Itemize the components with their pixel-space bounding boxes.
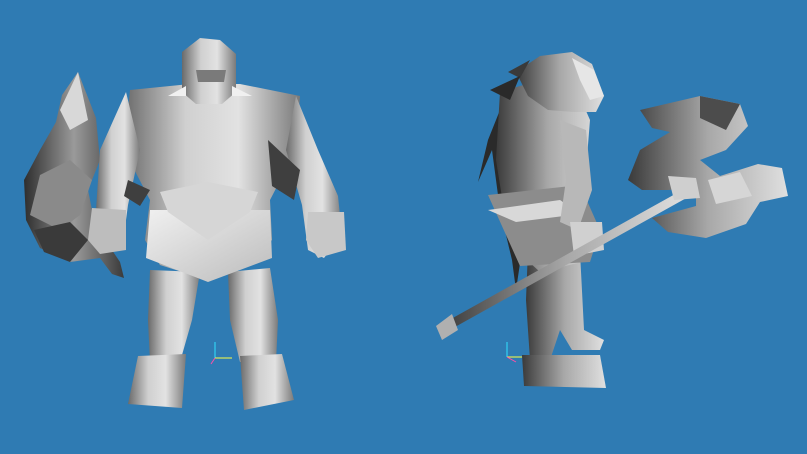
model-canvas <box>24 38 788 410</box>
3d-model-viewport[interactable] <box>0 0 807 454</box>
front-axis-gizmo <box>210 342 232 365</box>
front-view-model <box>24 38 346 410</box>
side-axis-gizmo <box>506 342 522 363</box>
side-view-model <box>436 52 788 388</box>
